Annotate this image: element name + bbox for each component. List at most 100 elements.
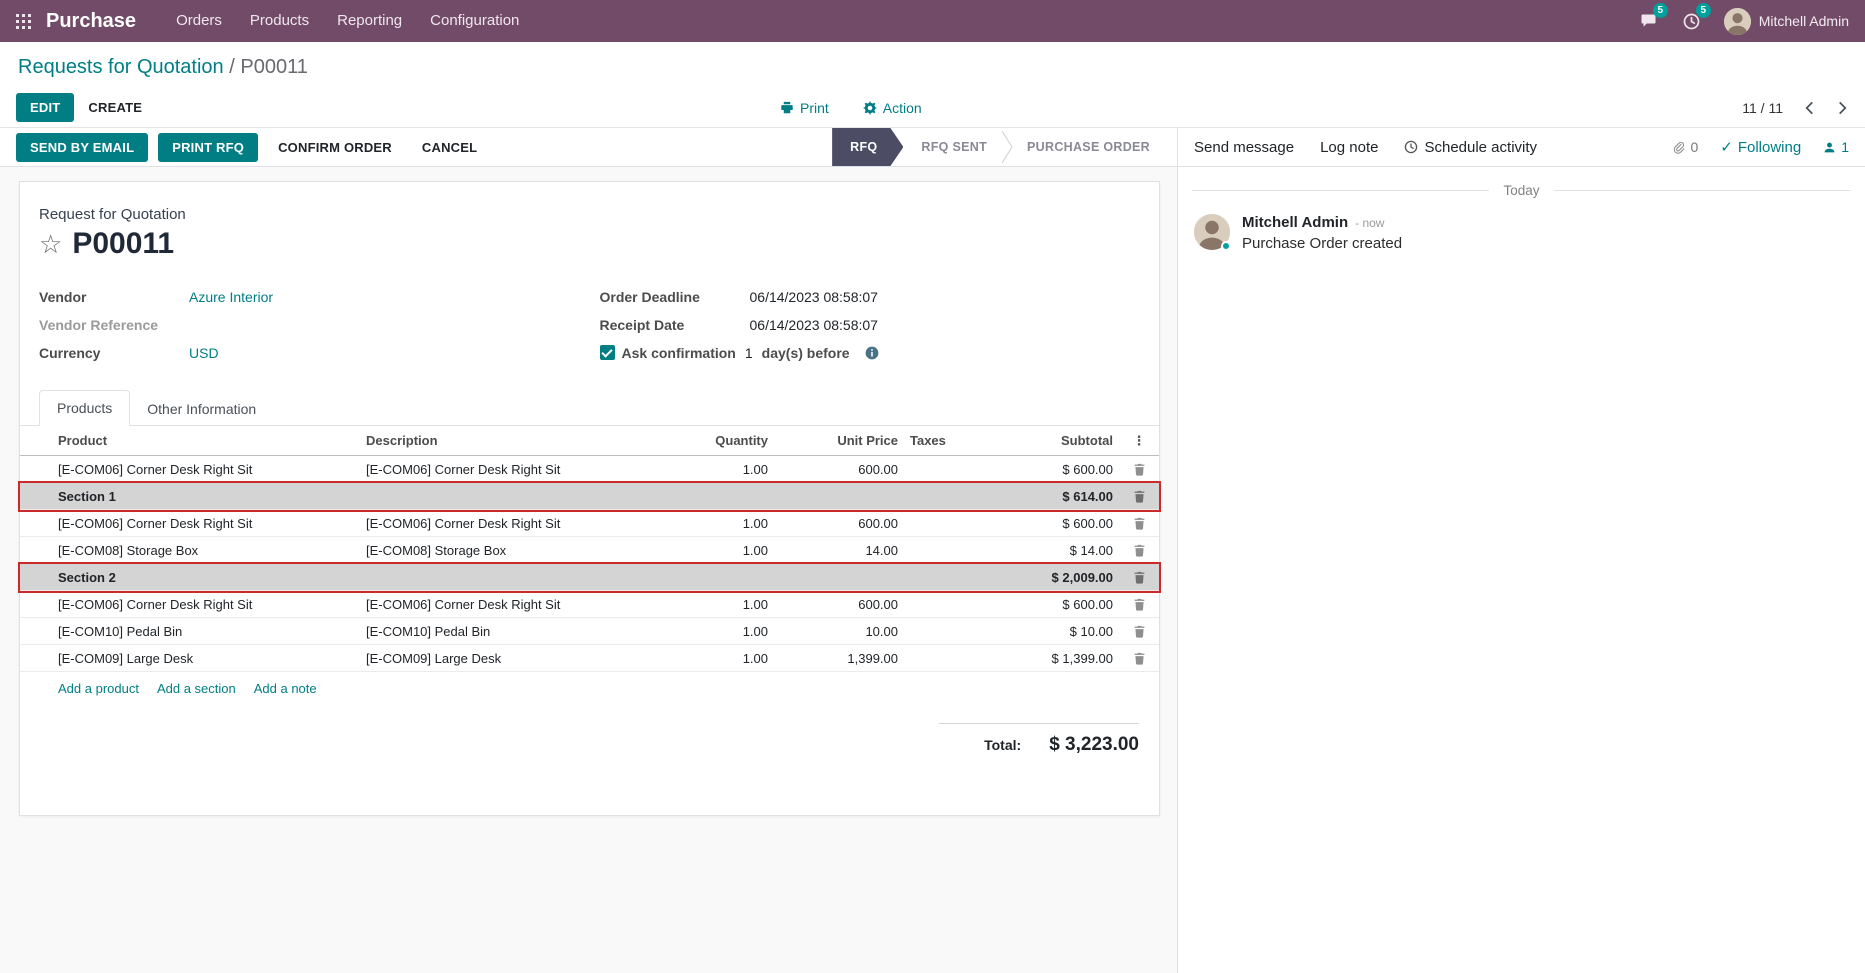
attachment-count: 0 (1690, 139, 1698, 155)
cell-product: [E-COM09] Large Desk (20, 651, 360, 666)
pager-previous-icon[interactable] (1803, 99, 1816, 117)
column-header-description[interactable]: Description (360, 433, 684, 448)
delete-row-icon[interactable] (1133, 490, 1146, 503)
send-by-email-button[interactable]: SEND BY EMAIL (16, 133, 148, 162)
vendor-value-link[interactable]: Azure Interior (189, 289, 273, 305)
section-label: Section 2 (20, 570, 984, 585)
delete-row-icon[interactable] (1133, 652, 1146, 665)
column-header-subtotal[interactable]: Subtotal (984, 433, 1119, 448)
create-button[interactable]: CREATE (74, 93, 156, 122)
person-icon (1823, 141, 1836, 154)
activities-badge: 5 (1696, 3, 1711, 18)
message-body: Purchase Order created (1242, 235, 1402, 252)
cell-unit-price: 600.00 (774, 597, 904, 612)
stage-rfq[interactable]: RFQ (832, 128, 903, 166)
cell-product: [E-COM10] Pedal Bin (20, 624, 360, 639)
column-header-product[interactable]: Product (20, 433, 360, 448)
delete-row-icon[interactable] (1133, 598, 1146, 611)
send-message-button[interactable]: Send message (1194, 139, 1294, 156)
info-icon (865, 346, 879, 360)
delete-row-icon[interactable] (1133, 463, 1146, 476)
nav-menu-products[interactable]: Products (236, 0, 323, 42)
table-row[interactable]: [E-COM06] Corner Desk Right Sit [E-COM06… (20, 456, 1159, 483)
following-button[interactable]: ✓ Following (1720, 138, 1801, 156)
pager-next-icon[interactable] (1836, 99, 1849, 117)
total-value: $ 3,223.00 (1049, 734, 1139, 756)
breadcrumb-current: P00011 (240, 56, 307, 78)
message-author[interactable]: Mitchell Admin (1242, 214, 1348, 231)
schedule-activity-button[interactable]: Schedule activity (1404, 139, 1537, 156)
user-menu[interactable]: Mitchell Admin (1724, 8, 1849, 35)
field-grid: Vendor Azure Interior Vendor Reference C… (20, 287, 1159, 362)
log-note-button[interactable]: Log note (1320, 139, 1378, 156)
stage-rfq-sent[interactable]: RFQ SENT (907, 128, 1001, 166)
add-a-section-link[interactable]: Add a section (157, 681, 236, 696)
messages-icon[interactable]: 5 (1638, 9, 1659, 33)
print-label: Print (800, 100, 829, 116)
user-avatar (1724, 8, 1751, 35)
confirm-order-button[interactable]: CONFIRM ORDER (268, 133, 402, 162)
clock-icon (1404, 140, 1418, 154)
form-statusbar: SEND BY EMAIL PRINT RFQ CONFIRM ORDER CA… (0, 128, 1177, 167)
cancel-button[interactable]: CANCEL (412, 133, 487, 162)
status-pipeline: RFQ RFQ SENT PURCHASE ORDER (832, 128, 1164, 166)
table-row[interactable]: [E-COM06] Corner Desk Right Sit [E-COM06… (20, 591, 1159, 618)
column-header-taxes[interactable]: Taxes (904, 433, 984, 448)
cell-subtotal: $ 600.00 (984, 597, 1119, 612)
optional-columns-icon[interactable]: ⋮ (1119, 433, 1159, 449)
tab-other-information[interactable]: Other Information (130, 392, 273, 426)
currency-value-link[interactable]: USD (189, 345, 219, 361)
message-time: - now (1355, 216, 1384, 230)
chatter-header: Send message Log note Schedule activity … (1178, 128, 1865, 167)
action-menu[interactable]: Action (863, 100, 922, 116)
table-row[interactable]: [E-COM10] Pedal Bin [E-COM10] Pedal Bin … (20, 618, 1159, 645)
attachments-button[interactable]: 0 (1672, 139, 1698, 155)
breadcrumb-parent-link[interactable]: Requests for Quotation (18, 56, 224, 78)
table-section-row[interactable]: Section 1 $ 614.00 (20, 483, 1159, 510)
favorite-star-icon[interactable]: ☆ (39, 231, 62, 257)
ask-confirmation-checkbox[interactable] (600, 345, 615, 360)
delete-row-icon[interactable] (1133, 571, 1146, 584)
nav-menu-orders[interactable]: Orders (162, 0, 236, 42)
following-label: Following (1738, 139, 1801, 156)
following-check-icon: ✓ (1720, 138, 1733, 156)
followers-button[interactable]: 1 (1823, 139, 1849, 155)
activities-icon[interactable]: 5 (1681, 9, 1702, 34)
print-rfq-button[interactable]: PRINT RFQ (158, 133, 258, 162)
nav-menu-configuration[interactable]: Configuration (416, 0, 533, 42)
app-name[interactable]: Purchase (46, 10, 136, 33)
document-type-label: Request for Quotation (20, 206, 1159, 223)
ask-confirmation-suffix: day(s) before (762, 345, 850, 361)
cell-quantity: 1.00 (684, 516, 774, 531)
table-section-row[interactable]: Section 2 $ 2,009.00 (20, 564, 1159, 591)
column-header-quantity[interactable]: Quantity (684, 433, 774, 448)
apps-menu-icon[interactable] (0, 0, 46, 42)
breadcrumb-separator: / (229, 56, 235, 78)
vendor-label: Vendor (39, 289, 189, 305)
cell-unit-price: 14.00 (774, 543, 904, 558)
table-row[interactable]: [E-COM09] Large Desk [E-COM09] Large Des… (20, 645, 1159, 672)
table-row[interactable]: [E-COM06] Corner Desk Right Sit [E-COM06… (20, 510, 1159, 537)
cell-subtotal: $ 600.00 (984, 516, 1119, 531)
column-header-unit-price[interactable]: Unit Price (774, 433, 904, 448)
totals: Total: $ 3,223.00 (20, 724, 1159, 756)
record-title: P00011 (72, 227, 174, 261)
tab-products[interactable]: Products (39, 390, 130, 426)
delete-row-icon[interactable] (1133, 544, 1146, 557)
cell-description: [E-COM06] Corner Desk Right Sit (360, 462, 684, 477)
print-menu[interactable]: Print (780, 100, 829, 116)
add-a-product-link[interactable]: Add a product (58, 681, 139, 696)
cell-unit-price: 600.00 (774, 516, 904, 531)
stage-purchase-order[interactable]: PURCHASE ORDER (1013, 128, 1164, 166)
edit-button[interactable]: EDIT (16, 93, 74, 122)
paperclip-icon (1672, 140, 1685, 154)
pager-value[interactable]: 11 / 11 (1742, 100, 1783, 116)
delete-row-icon[interactable] (1133, 625, 1146, 638)
table-row[interactable]: [E-COM08] Storage Box [E-COM08] Storage … (20, 537, 1159, 564)
add-a-note-link[interactable]: Add a note (254, 681, 317, 696)
cell-subtotal: $ 1,399.00 (984, 651, 1119, 666)
table-add-links: Add a product Add a section Add a note (20, 672, 1159, 705)
receipt-date-value: 06/14/2023 08:58:07 (750, 317, 878, 333)
nav-menu-reporting[interactable]: Reporting (323, 0, 416, 42)
delete-row-icon[interactable] (1133, 517, 1146, 530)
